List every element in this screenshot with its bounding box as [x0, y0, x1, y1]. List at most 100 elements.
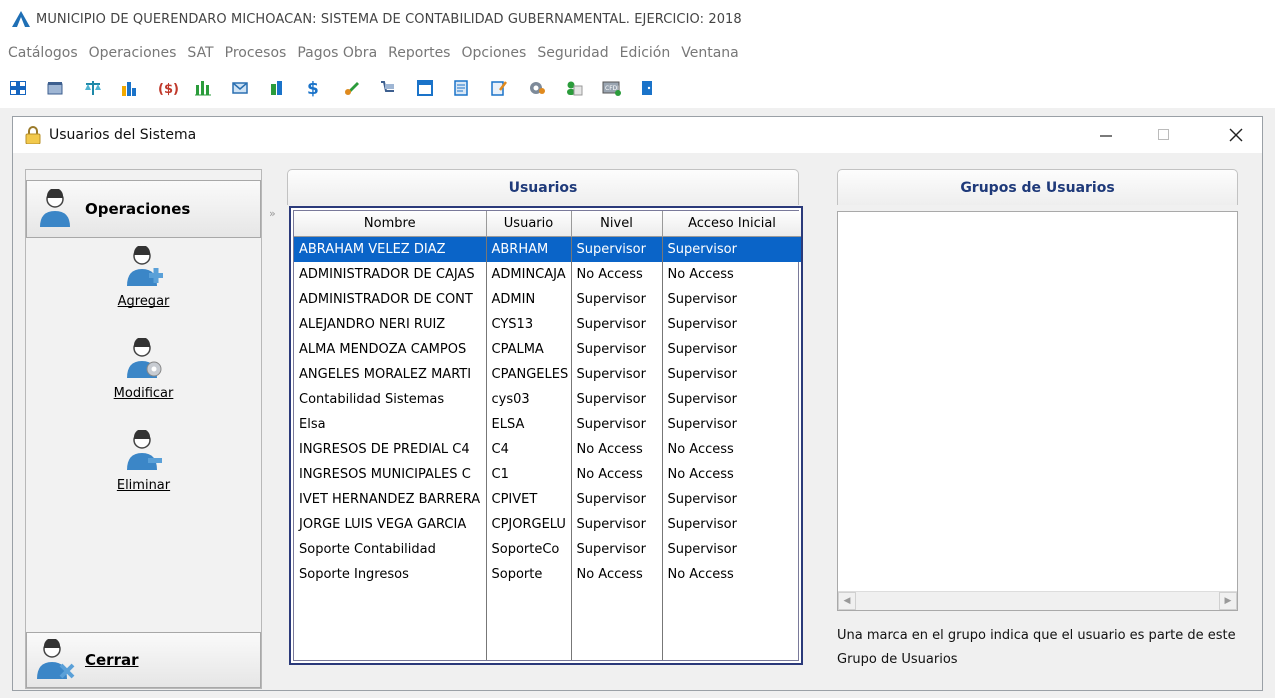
delete-user-button[interactable]: Eliminar	[26, 430, 261, 493]
user-level-cell: Supervisor	[571, 312, 663, 337]
modify-user-button[interactable]: Modificar	[26, 338, 261, 401]
user-row[interactable]: ADMINISTRADOR DE CAJAS ADMINCAJA No Access…	[294, 262, 801, 287]
operations-header[interactable]: Operaciones	[26, 180, 261, 238]
edit-doc-icon[interactable]	[491, 76, 528, 100]
delete-user-label: Eliminar	[116, 478, 171, 493]
user-initial-access-cell: No Access	[662, 562, 801, 587]
toolbar: ($) $ CFDI	[0, 68, 1275, 108]
add-user-label: Agregar	[117, 294, 170, 309]
add-user-button[interactable]: Agregar	[26, 246, 261, 309]
user-name-cell: INGRESOS DE PREDIAL C4	[294, 437, 487, 462]
user-row[interactable]: ALEJANDRO NERI RUIZ CYS13 Supervisor Superv…	[294, 312, 801, 337]
pencil-icon[interactable]	[343, 76, 380, 100]
groups-note: Una marca en el grupo indica que el usua…	[837, 628, 1236, 667]
groups-panel-header: Grupos de Usuarios	[837, 169, 1238, 205]
column-header-usuario[interactable]: Usuario	[486, 211, 572, 237]
user-name-cell: Contabilidad Sistemas	[294, 387, 487, 412]
user-row[interactable]: ADMINISTRADOR DE CONT ADMIN Supervisor Supe…	[294, 287, 801, 312]
mail-icon[interactable]	[232, 76, 269, 100]
menu-reportes[interactable]: Reportes	[388, 45, 450, 61]
menu-seguridad[interactable]: Seguridad	[537, 45, 608, 61]
money-icon[interactable]: ($)	[158, 76, 195, 100]
user-row[interactable]: Soporte Ingresos Soporte No Access No Acces…	[294, 562, 801, 587]
menu-sat[interactable]: SAT	[187, 45, 213, 61]
user-level-cell: Supervisor	[571, 387, 663, 412]
column-header-acceso-inicial[interactable]: Acceso Inicial	[662, 211, 801, 237]
expand-chevron-icon[interactable]: »	[269, 207, 276, 220]
column-header-nivel[interactable]: Nivel	[571, 211, 663, 237]
column-header-nombre[interactable]: Nombre	[294, 211, 487, 237]
users-table-header: Nombre Usuario Nivel Acceso Inicial	[294, 211, 801, 237]
user-row[interactable]: JORGE LUIS VEGA GARCIA CPJORGELU Superviso…	[294, 512, 801, 537]
users-table: Nombre Usuario Nivel Acceso Inicial ABRA…	[294, 211, 801, 587]
user-row[interactable]: ABRAHAM VELEZ DIAZ ABRHAM Supervisor Superv…	[294, 236, 801, 262]
users-window: Usuarios del Sistema Operaciones Agregar…	[12, 116, 1263, 691]
user-level-cell: Supervisor	[571, 487, 663, 512]
user-initial-access-cell: No Access	[662, 462, 801, 487]
columns-chart-icon[interactable]	[195, 76, 232, 100]
user-name-cell: ADMINISTRADOR DE CAJAS	[294, 262, 487, 287]
user-row[interactable]: ANGELES MORALEZ MARTI CPANGELES Supervisor…	[294, 362, 801, 387]
balance-scale-icon[interactable]	[84, 76, 121, 100]
menu-opciones[interactable]: Opciones	[461, 45, 526, 61]
bar-chart-icon[interactable]	[121, 76, 158, 100]
scroll-right-icon[interactable]: ▶	[1219, 592, 1237, 610]
svg-text:($): ($)	[158, 82, 179, 96]
user-row[interactable]: ALMA MENDOZA CAMPOS CPALMA Supervisor Super…	[294, 337, 801, 362]
user-row[interactable]: Soporte Contabilidad SoporteCo Supervisor S…	[294, 537, 801, 562]
user-login-cell: CPIVET	[486, 487, 572, 512]
user-initial-access-cell: Supervisor	[662, 337, 801, 362]
groups-list[interactable]: ◀ ▶	[837, 211, 1238, 611]
app-title: MUNICIPIO DE QUERENDARO MICHOACAN: SISTE…	[36, 11, 742, 27]
add-user-icon	[126, 246, 163, 286]
document-icon[interactable]	[454, 76, 491, 100]
exit-door-icon[interactable]	[639, 76, 676, 100]
user-level-cell: No Access	[571, 562, 663, 587]
menu-ventana[interactable]: Ventana	[681, 45, 739, 61]
user-row[interactable]: Contabilidad Sistemas cys03 Supervisor Supe…	[294, 387, 801, 412]
user-level-cell: No Access	[571, 437, 663, 462]
column-divider	[662, 238, 663, 660]
user-login-cell: CPALMA	[486, 337, 572, 362]
column-divider	[571, 238, 572, 660]
groups-horizontal-scrollbar[interactable]: ◀ ▶	[838, 591, 1237, 610]
svg-text:$: $	[307, 79, 319, 97]
user-row[interactable]: IVET HERNANDEZ BARRERA CPIVET Supervisor Su…	[294, 487, 801, 512]
config-icon[interactable]	[528, 76, 565, 100]
maximize-button[interactable]	[1149, 123, 1179, 147]
user-initial-access-cell: No Access	[662, 437, 801, 462]
user-initial-access-cell: Supervisor	[662, 487, 801, 512]
grid-icon[interactable]	[10, 76, 47, 100]
window-title-bar: Usuarios del Sistema	[13, 117, 1262, 153]
users-grid-body: Nombre Usuario Nivel Acceso Inicial ABRA…	[293, 210, 801, 661]
building-icon[interactable]	[269, 76, 306, 100]
user-row[interactable]: INGRESOS DE PREDIAL C4 C4 No Access No Acce…	[294, 437, 801, 462]
user-name-cell: ADMINISTRADOR DE CONT	[294, 287, 487, 312]
menu-operaciones[interactable]: Operaciones	[89, 45, 177, 61]
users-panel-header: Usuarios	[287, 169, 799, 205]
close-icon	[1229, 128, 1243, 142]
user-initial-access-cell: Supervisor	[662, 236, 801, 262]
user-initial-access-cell: Supervisor	[662, 512, 801, 537]
user-name-cell: Soporte Contabilidad	[294, 537, 487, 562]
user-initial-access-cell: No Access	[662, 262, 801, 287]
menu-pagos-obra[interactable]: Pagos Obra	[297, 45, 377, 61]
minimize-button[interactable]	[1091, 123, 1121, 147]
calendar-icon[interactable]	[47, 76, 84, 100]
user-login-cell: CPJORGELU	[486, 512, 572, 537]
user-row[interactable]: INGRESOS MUNICIPALES C C1 No Access No Acce…	[294, 462, 801, 487]
users-panel-title: Usuarios	[508, 179, 578, 196]
window-icon[interactable]	[417, 76, 454, 100]
cfdi-icon[interactable]: CFDI	[602, 76, 639, 100]
scroll-left-icon[interactable]: ◀	[838, 592, 856, 610]
modify-user-label: Modificar	[113, 386, 174, 401]
user-row[interactable]: Elsa ELSA Supervisor Supervisor	[294, 412, 801, 437]
dollar-icon[interactable]: $	[306, 76, 343, 100]
menu-edicion[interactable]: Edición	[620, 45, 671, 61]
cart-icon[interactable]	[380, 76, 417, 100]
close-window-button[interactable]	[1221, 123, 1251, 147]
menu-procesos[interactable]: Procesos	[225, 45, 287, 61]
menu-catalogos[interactable]: Catálogos	[8, 45, 78, 61]
close-button[interactable]: Cerrar	[26, 632, 261, 688]
users-icon[interactable]	[565, 76, 602, 100]
